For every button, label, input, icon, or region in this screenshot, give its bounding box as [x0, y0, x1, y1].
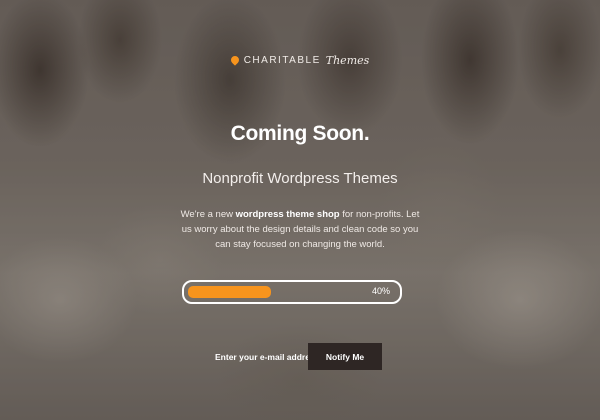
progress-label: 40% [371, 286, 390, 296]
signup-form: Notify Me [200, 343, 382, 370]
email-input[interactable] [200, 343, 308, 370]
description-text: We're a new wordpress theme shop for non… [180, 207, 420, 252]
page-title: Coming Soon. [230, 122, 370, 145]
brand-logo[interactable]: CHARITABLE Themes [0, 52, 600, 68]
progress-bar: 40% [182, 280, 402, 304]
page-subtitle: Nonprofit Wordpress Themes [202, 170, 398, 187]
notify-me-button[interactable]: Notify Me [308, 343, 382, 370]
brand-script: Themes [325, 53, 370, 67]
map-pin-icon [229, 54, 241, 66]
description-highlight: wordpress theme shop [235, 209, 340, 220]
progress-fill [188, 286, 271, 298]
description-part1: We're a new [180, 209, 236, 220]
brand-name: CHARITABLE [243, 54, 321, 66]
coming-soon-content: CHARITABLE Themes Coming Soon. Nonprofit… [0, 0, 600, 420]
